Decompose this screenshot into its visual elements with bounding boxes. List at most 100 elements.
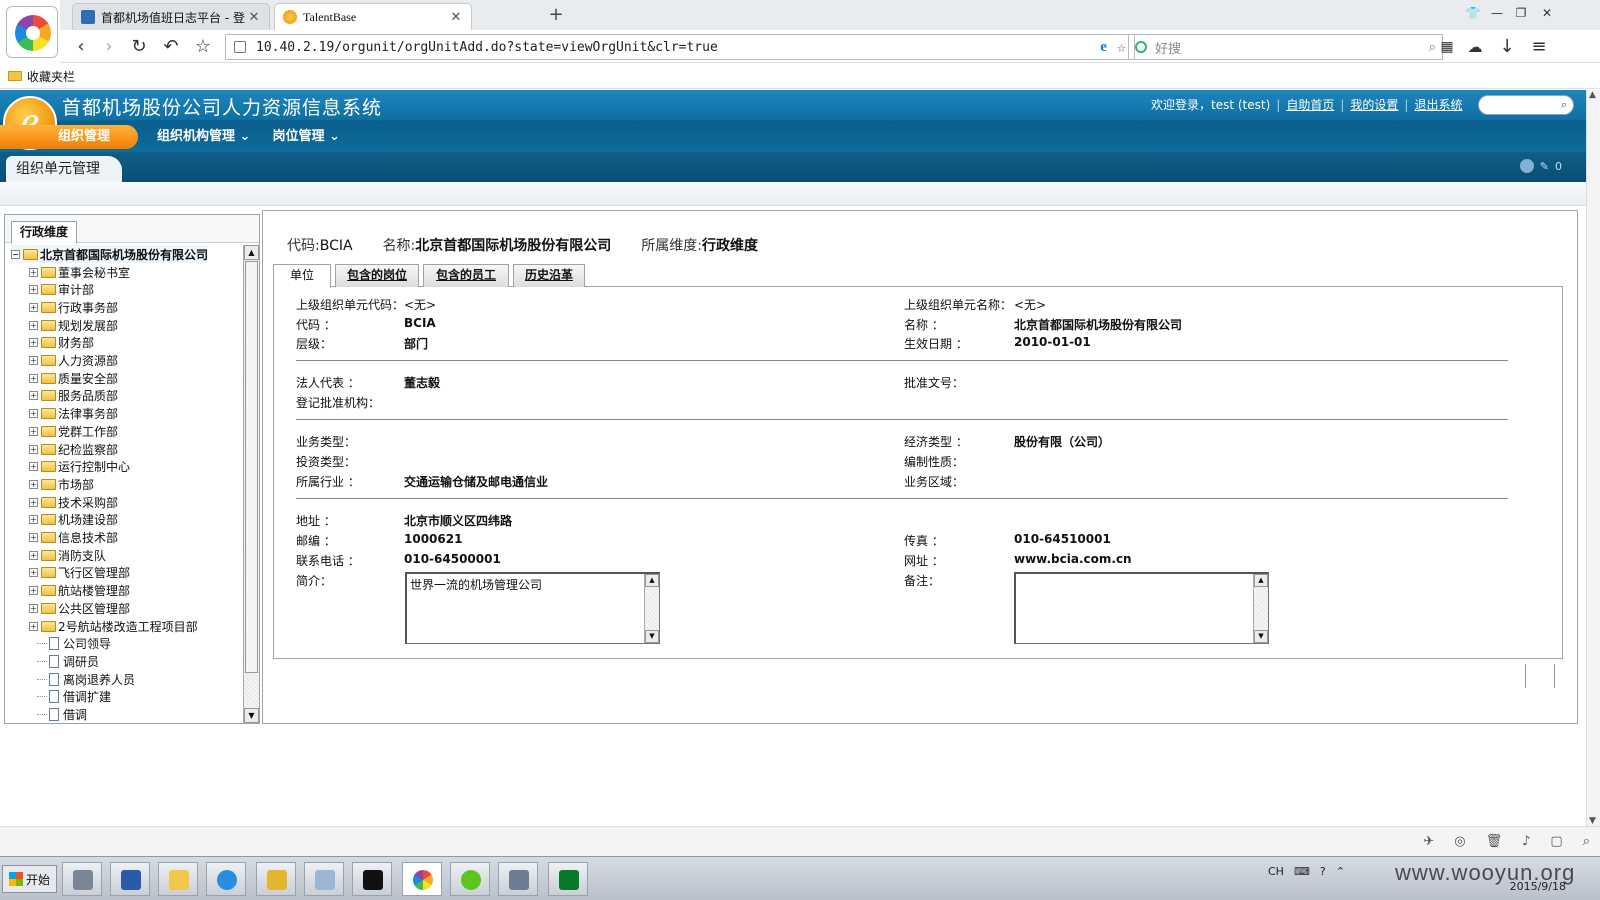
tree-folder-node[interactable]: + 人力资源部 <box>29 352 118 370</box>
intro-textarea[interactable]: 世界一流的机场管理公司 ▲ ▼ <box>405 572 660 644</box>
tree-folder-node[interactable]: + 市场部 <box>29 475 94 493</box>
scroll-up-icon[interactable]: ▲ <box>645 574 659 587</box>
scroll-up-icon[interactable]: ▲ <box>1254 574 1268 587</box>
expand-icon[interactable]: + <box>29 267 38 277</box>
expand-icon[interactable]: + <box>29 285 38 295</box>
tab-history[interactable]: 历史沿革 <box>513 264 585 287</box>
textarea-scrollbar[interactable]: ▲ ▼ <box>1253 574 1268 643</box>
window-icon[interactable]: ▢ <box>1550 834 1562 849</box>
close-icon[interactable]: ✕ <box>449 10 463 25</box>
page-scrollbar[interactable]: ▲ ▼ <box>1586 90 1600 826</box>
textarea-scrollbar[interactable]: ▲ ▼ <box>644 574 659 643</box>
browser-tab-duty-log[interactable]: 首都机场值班日志平台 - 登 ✕ <box>72 3 270 30</box>
browser-taskbar-icon[interactable] <box>402 862 442 896</box>
scroll-up-icon[interactable]: ▲ <box>244 245 259 260</box>
download-icon[interactable]: ↓ <box>1494 34 1520 60</box>
internet-explorer-icon[interactable] <box>206 862 246 896</box>
address-bar[interactable]: 10.40.2.19/orgunit/orgUnitAdd.do?state=v… <box>225 34 1135 60</box>
logout-link[interactable]: 退出系统 <box>1414 96 1462 113</box>
tree-document-node[interactable]: 借调扩建 <box>37 688 111 706</box>
expand-icon[interactable]: + <box>29 497 38 507</box>
back-circle-icon[interactable] <box>1519 159 1534 173</box>
bookmark-star-icon[interactable]: ☆ <box>1117 38 1126 56</box>
minimize-button[interactable]: — <box>1486 6 1508 20</box>
expand-icon[interactable]: + <box>29 515 38 525</box>
expand-icon[interactable]: + <box>29 302 38 312</box>
tree-folder-node[interactable]: + 信息技术部 <box>29 529 118 547</box>
close-window-button[interactable]: ✕ <box>1536 6 1558 20</box>
tree-folder-node[interactable]: + 机场建设部 <box>29 511 118 529</box>
search-icon[interactable]: ⌕ <box>1561 98 1567 112</box>
remark-textarea[interactable]: ▲ ▼ <box>1014 572 1269 644</box>
remote-desktop-icon[interactable] <box>498 862 538 896</box>
tree-folder-node[interactable]: +2号航站楼改造工程项目部 <box>29 617 198 635</box>
tree-document-node[interactable]: 离岗退养人员 <box>37 670 135 688</box>
tree-folder-node[interactable]: + 行政事务部 <box>29 298 118 316</box>
network-icon[interactable] <box>256 862 296 896</box>
expand-icon[interactable]: + <box>29 444 38 454</box>
tree-document-node[interactable]: 调研员 <box>37 652 99 670</box>
tree-folder-node[interactable]: + 法律事务部 <box>29 405 118 423</box>
menu-positions[interactable]: 岗位管理 ⌄ <box>261 125 350 149</box>
keyboard-icon[interactable]: ⌨ <box>1294 865 1310 878</box>
speaker-icon[interactable]: ♪ <box>1522 834 1530 849</box>
forward-button[interactable]: › <box>96 34 122 60</box>
scroll-down-icon[interactable]: ▼ <box>244 708 259 723</box>
expand-icon[interactable]: + <box>29 568 38 578</box>
reload-button[interactable]: ↻ <box>126 34 152 60</box>
explorer-folder-icon[interactable] <box>158 862 198 896</box>
tree-document-node[interactable]: 公司领导 <box>37 635 111 653</box>
pin-icon[interactable]: ✈ <box>1423 834 1434 849</box>
tree-folder-node[interactable]: + 董事会秘书室 <box>29 263 130 281</box>
expand-icon[interactable]: + <box>29 356 38 365</box>
tree-folder-node[interactable]: + 消防支队 <box>29 546 106 564</box>
terminal-app-icon[interactable] <box>548 862 588 896</box>
bookmarks-label[interactable]: 收藏夹栏 <box>27 68 75 85</box>
tree-folder-node[interactable]: + 技术采购部 <box>29 493 118 511</box>
tab-positions[interactable]: 包含的岗位 <box>335 264 419 287</box>
expand-icon[interactable]: + <box>29 586 38 596</box>
shirt-icon[interactable]: 👕 <box>1462 6 1484 20</box>
expand-icon[interactable]: + <box>29 603 38 613</box>
ie-engine-icon[interactable]: e <box>1100 39 1107 56</box>
tree-folder-node[interactable]: + 飞行区管理部 <box>29 564 130 582</box>
browser-tab-talentbase[interactable]: TalentBase ✕ <box>274 3 472 30</box>
tab-admin-dimension[interactable]: 行政维度 <box>11 221 78 244</box>
tree-folder-node[interactable]: + 服务品质部 <box>29 387 118 405</box>
search-tool-icon[interactable] <box>304 862 344 896</box>
tree-folder-node[interactable]: + 财务部 <box>29 334 94 352</box>
tree-folder-node[interactable]: + 规划发展部 <box>29 316 118 334</box>
tree-folder-node[interactable]: + 纪检监察部 <box>29 440 118 458</box>
menu-org-structure[interactable]: 组织机构管理 ⌄ <box>146 125 261 149</box>
trash-icon[interactable]: 🗑 <box>1486 834 1503 849</box>
start-button[interactable]: 开始 <box>2 865 58 893</box>
expand-icon[interactable]: + <box>29 338 38 348</box>
zoom-icon[interactable]: ⌕ <box>1583 834 1590 849</box>
tab-employees[interactable]: 包含的员工 <box>423 264 509 287</box>
browser-logo[interactable] <box>6 6 58 58</box>
scroll-thumb[interactable] <box>245 261 258 673</box>
close-icon[interactable]: ✕ <box>247 10 261 25</box>
header-search-input[interactable]: ⌕ <box>1478 95 1574 115</box>
expand-icon[interactable]: + <box>29 391 38 401</box>
speedup-icon[interactable]: ◎ <box>1454 834 1465 849</box>
pin-icon[interactable]: ✎ <box>1540 160 1549 173</box>
menu-org-management[interactable]: 组织管理 <box>0 125 139 149</box>
tray-expand-icon[interactable]: ⌃ <box>1336 865 1345 878</box>
expand-icon[interactable]: + <box>29 320 38 330</box>
tree-folder-node[interactable]: + 运行控制中心 <box>29 458 130 476</box>
tree-scrollbar[interactable]: ▲ ▼ <box>243 245 259 723</box>
scroll-down-icon[interactable]: ▼ <box>1589 816 1596 826</box>
tree-root-node[interactable]: − 北京首都国际机场股份有限公司 <box>11 245 209 263</box>
server-manager-icon[interactable] <box>62 862 102 896</box>
expand-icon[interactable]: + <box>29 409 38 419</box>
tree-document-node[interactable]: 借调 <box>37 706 87 724</box>
tree-folder-node[interactable]: + 党群工作部 <box>29 422 118 440</box>
powershell-icon[interactable] <box>110 862 150 896</box>
tree-folder-node[interactable]: + 航站楼管理部 <box>29 582 130 600</box>
expand-icon[interactable]: + <box>29 462 38 472</box>
scroll-down-icon[interactable]: ▼ <box>1254 630 1268 643</box>
tree-folder-node[interactable]: + 审计部 <box>29 281 94 299</box>
expand-icon[interactable]: + <box>29 550 38 560</box>
maximize-button[interactable]: ❐ <box>1510 6 1532 20</box>
